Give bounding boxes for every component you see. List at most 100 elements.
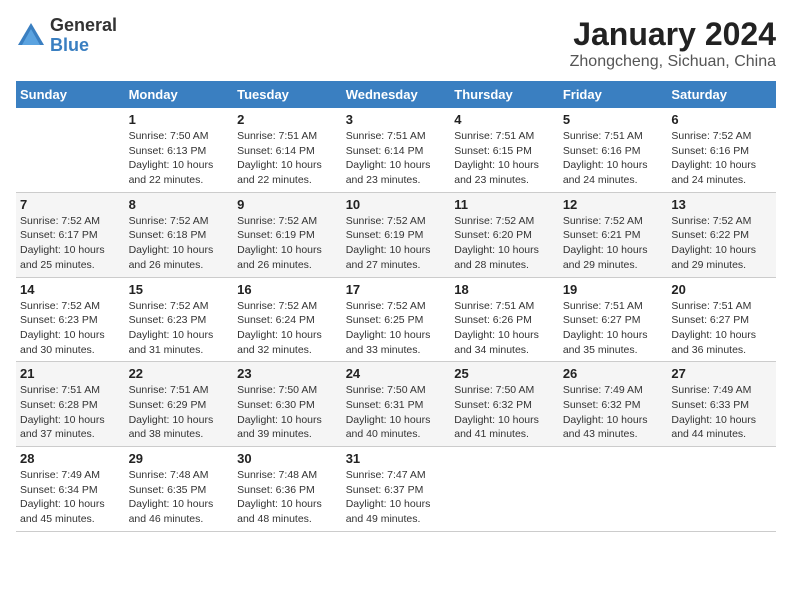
day-number: 26 [563, 366, 664, 381]
day-info: Sunrise: 7:51 AM Sunset: 6:26 PM Dayligh… [454, 299, 555, 358]
day-number: 19 [563, 282, 664, 297]
calendar-cell [559, 447, 668, 532]
day-info: Sunrise: 7:49 AM Sunset: 6:34 PM Dayligh… [20, 468, 121, 527]
calendar-cell [667, 447, 776, 532]
day-info: Sunrise: 7:51 AM Sunset: 6:14 PM Dayligh… [237, 129, 338, 188]
calendar-cell: 3Sunrise: 7:51 AM Sunset: 6:14 PM Daylig… [342, 108, 451, 192]
calendar-week-row: 14 Sunrise: 7:52 AM Sunset: 6:23 PM Dayli… [16, 277, 776, 362]
day-info: Sunrise: 7:52 AM Sunset: 6:19 PM Dayligh… [346, 214, 447, 273]
calendar-cell: 26 Sunrise: 7:49 AM Sunset: 6:32 PM Dayli… [559, 362, 668, 447]
day-info: Sunrise: 7:52 AM Sunset: 6:25 PM Dayligh… [346, 299, 447, 358]
day-info: Sunrise: 7:47 AM Sunset: 6:37 PM Dayligh… [346, 468, 447, 527]
day-info: Sunrise: 7:51 AM Sunset: 6:27 PM Dayligh… [563, 299, 664, 358]
calendar-week-row: 7 Sunrise: 7:52 AM Sunset: 6:17 PM Daylig… [16, 192, 776, 277]
calendar-cell: 31Sunrise: 7:47 AM Sunset: 6:37 PM Dayli… [342, 447, 451, 532]
calendar-cell: 8Sunrise: 7:52 AM Sunset: 6:18 PM Daylig… [125, 192, 234, 277]
day-info: Sunrise: 7:49 AM Sunset: 6:33 PM Dayligh… [671, 383, 772, 442]
calendar-cell: 12Sunrise: 7:52 AM Sunset: 6:21 PM Dayli… [559, 192, 668, 277]
day-info: Sunrise: 7:52 AM Sunset: 6:22 PM Dayligh… [671, 214, 772, 273]
calendar-cell: 4Sunrise: 7:51 AM Sunset: 6:15 PM Daylig… [450, 108, 559, 192]
calendar-cell: 2 Sunrise: 7:51 AM Sunset: 6:14 PM Daylig… [233, 108, 342, 192]
days-header-row: SundayMondayTuesdayWednesdayThursdayFrid… [16, 81, 776, 108]
day-number: 29 [129, 451, 230, 466]
day-info: Sunrise: 7:48 AM Sunset: 6:36 PM Dayligh… [237, 468, 338, 527]
day-number: 24 [346, 366, 447, 381]
day-info: Sunrise: 7:50 AM Sunset: 6:31 PM Dayligh… [346, 383, 447, 442]
day-info: Sunrise: 7:52 AM Sunset: 6:20 PM Dayligh… [454, 214, 555, 273]
calendar-cell: 30 Sunrise: 7:48 AM Sunset: 6:36 PM Dayli… [233, 447, 342, 532]
day-info: Sunrise: 7:52 AM Sunset: 6:21 PM Dayligh… [563, 214, 664, 273]
day-number: 10 [346, 197, 447, 212]
logo-text: General Blue [50, 16, 117, 56]
day-info: Sunrise: 7:50 AM Sunset: 6:13 PM Dayligh… [129, 129, 230, 188]
day-number: 23 [237, 366, 338, 381]
location-subtitle: Zhongcheng, Sichuan, China [570, 53, 776, 71]
calendar-cell: 18 Sunrise: 7:51 AM Sunset: 6:26 PM Dayli… [450, 277, 559, 362]
day-info: Sunrise: 7:51 AM Sunset: 6:16 PM Dayligh… [563, 129, 664, 188]
calendar-cell: 17 Sunrise: 7:52 AM Sunset: 6:25 PM Dayli… [342, 277, 451, 362]
day-info: Sunrise: 7:52 AM Sunset: 6:19 PM Dayligh… [237, 214, 338, 273]
day-info: Sunrise: 7:52 AM Sunset: 6:17 PM Dayligh… [20, 214, 121, 273]
day-number: 15 [129, 282, 230, 297]
day-info: Sunrise: 7:52 AM Sunset: 6:23 PM Dayligh… [20, 299, 121, 358]
calendar-cell: 23 Sunrise: 7:50 AM Sunset: 6:30 PM Dayli… [233, 362, 342, 447]
calendar-cell: 21 Sunrise: 7:51 AM Sunset: 6:28 PM Dayli… [16, 362, 125, 447]
calendar-cell [450, 447, 559, 532]
calendar-cell: 29 Sunrise: 7:48 AM Sunset: 6:35 PM Dayli… [125, 447, 234, 532]
day-number: 4 [454, 112, 555, 127]
day-number: 6 [671, 112, 772, 127]
logo: General Blue [16, 16, 117, 56]
day-number: 30 [237, 451, 338, 466]
day-number: 9 [237, 197, 338, 212]
calendar-cell: 16 Sunrise: 7:52 AM Sunset: 6:24 PM Dayli… [233, 277, 342, 362]
day-number: 14 [20, 282, 121, 297]
calendar-cell: 20Sunrise: 7:51 AM Sunset: 6:27 PM Dayli… [667, 277, 776, 362]
day-number: 18 [454, 282, 555, 297]
day-info: Sunrise: 7:51 AM Sunset: 6:28 PM Dayligh… [20, 383, 121, 442]
day-info: Sunrise: 7:49 AM Sunset: 6:32 PM Dayligh… [563, 383, 664, 442]
day-info: Sunrise: 7:51 AM Sunset: 6:14 PM Dayligh… [346, 129, 447, 188]
day-info: Sunrise: 7:52 AM Sunset: 6:18 PM Dayligh… [129, 214, 230, 273]
calendar-cell: 9 Sunrise: 7:52 AM Sunset: 6:19 PM Daylig… [233, 192, 342, 277]
calendar-cell: 24 Sunrise: 7:50 AM Sunset: 6:31 PM Dayli… [342, 362, 451, 447]
calendar-cell: 6 Sunrise: 7:52 AM Sunset: 6:16 PM Daylig… [667, 108, 776, 192]
day-info: Sunrise: 7:50 AM Sunset: 6:30 PM Dayligh… [237, 383, 338, 442]
calendar-cell: 22Sunrise: 7:51 AM Sunset: 6:29 PM Dayli… [125, 362, 234, 447]
calendar-cell: 7 Sunrise: 7:52 AM Sunset: 6:17 PM Daylig… [16, 192, 125, 277]
day-info: Sunrise: 7:52 AM Sunset: 6:24 PM Dayligh… [237, 299, 338, 358]
title-block: January 2024 Zhongcheng, Sichuan, China [570, 16, 776, 71]
day-number: 1 [129, 112, 230, 127]
logo-blue: Blue [50, 36, 117, 56]
calendar-cell: 15 Sunrise: 7:52 AM Sunset: 6:23 PM Dayli… [125, 277, 234, 362]
day-number: 5 [563, 112, 664, 127]
day-number: 11 [454, 197, 555, 212]
day-number: 25 [454, 366, 555, 381]
calendar-cell: 19 Sunrise: 7:51 AM Sunset: 6:27 PM Dayli… [559, 277, 668, 362]
day-of-week-header: Sunday [16, 81, 125, 108]
day-info: Sunrise: 7:48 AM Sunset: 6:35 PM Dayligh… [129, 468, 230, 527]
calendar-cell: 14 Sunrise: 7:52 AM Sunset: 6:23 PM Dayli… [16, 277, 125, 362]
day-number: 16 [237, 282, 338, 297]
month-title: January 2024 [570, 16, 776, 53]
day-of-week-header: Friday [559, 81, 668, 108]
calendar-cell: 27Sunrise: 7:49 AM Sunset: 6:33 PM Dayli… [667, 362, 776, 447]
day-of-week-header: Monday [125, 81, 234, 108]
calendar-cell: 11 Sunrise: 7:52 AM Sunset: 6:20 PM Dayli… [450, 192, 559, 277]
day-number: 21 [20, 366, 121, 381]
calendar-cell: 5 Sunrise: 7:51 AM Sunset: 6:16 PM Daylig… [559, 108, 668, 192]
day-of-week-header: Tuesday [233, 81, 342, 108]
day-info: Sunrise: 7:52 AM Sunset: 6:23 PM Dayligh… [129, 299, 230, 358]
day-number: 7 [20, 197, 121, 212]
calendar-cell: 10 Sunrise: 7:52 AM Sunset: 6:19 PM Dayli… [342, 192, 451, 277]
calendar-table: SundayMondayTuesdayWednesdayThursdayFrid… [16, 81, 776, 532]
day-number: 17 [346, 282, 447, 297]
day-of-week-header: Wednesday [342, 81, 451, 108]
day-info: Sunrise: 7:52 AM Sunset: 6:16 PM Dayligh… [671, 129, 772, 188]
calendar-week-row: 28Sunrise: 7:49 AM Sunset: 6:34 PM Dayli… [16, 447, 776, 532]
day-number: 13 [671, 197, 772, 212]
day-number: 20 [671, 282, 772, 297]
logo-icon [16, 21, 46, 51]
day-of-week-header: Thursday [450, 81, 559, 108]
calendar-cell: 28Sunrise: 7:49 AM Sunset: 6:34 PM Dayli… [16, 447, 125, 532]
day-number: 2 [237, 112, 338, 127]
